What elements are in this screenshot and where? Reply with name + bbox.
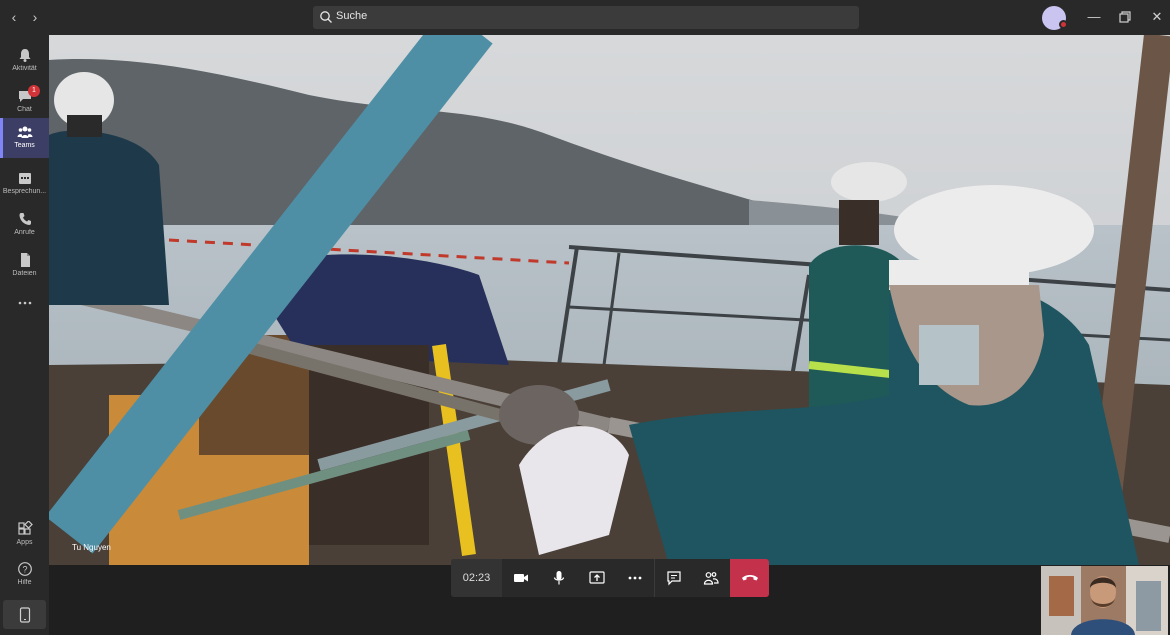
mobile-device-icon <box>19 607 31 623</box>
sidebar-item-calls[interactable]: Anrufe <box>0 205 49 245</box>
sidebar-item-label: Hilfe <box>17 579 32 586</box>
device-button[interactable] <box>3 600 46 629</box>
sidebar-item-teams[interactable]: Teams <box>0 118 49 158</box>
sidebar-item-help[interactable]: ? Hilfe <box>0 555 49 595</box>
phone-icon <box>19 213 31 225</box>
camera-button[interactable] <box>502 559 540 597</box>
search-input[interactable]: Suche <box>313 6 859 29</box>
share-screen-button[interactable] <box>578 559 616 597</box>
participant-name-label: Tu Nguyen <box>72 543 111 552</box>
title-bar: ‹ › Suche — ✕ <box>0 0 1170 35</box>
file-icon <box>20 253 30 267</box>
apps-icon <box>17 521 33 535</box>
teams-icon <box>17 126 32 138</box>
microphone-button[interactable] <box>540 559 578 597</box>
sidebar-item-label: Anrufe <box>14 229 35 236</box>
sidebar-item-label: Teams <box>14 142 35 149</box>
participant-video-feed <box>49 35 1170 565</box>
close-icon[interactable]: ✕ <box>1149 9 1165 25</box>
sidebar-item-label: Aktivität <box>12 65 37 72</box>
call-duration: 02:23 <box>451 559 502 597</box>
camera-icon <box>514 574 528 582</box>
chevron-left-icon[interactable]: ‹ <box>6 9 22 25</box>
video-frame <box>49 35 1170 565</box>
participants-icon <box>703 572 719 585</box>
more-icon <box>18 301 31 305</box>
search-placeholder: Suche <box>336 10 368 22</box>
participants-button[interactable] <box>692 559 730 597</box>
sidebar-item-apps[interactable]: Apps <box>0 515 49 555</box>
sidebar-item-activity[interactable]: Aktivität <box>0 41 49 81</box>
share-screen-icon <box>589 571 605 584</box>
calendar-icon <box>18 173 31 184</box>
unread-count-badge: 1 <box>28 85 40 97</box>
call-controls-bar: 02:23 <box>451 559 769 597</box>
self-video-frame <box>1041 566 1168 635</box>
restore-icon[interactable] <box>1117 9 1133 25</box>
minimize-icon[interactable]: — <box>1086 9 1102 25</box>
sidebar-item-more[interactable] <box>0 287 49 327</box>
search-icon <box>320 11 332 23</box>
hang-up-icon <box>742 575 758 581</box>
sidebar-item-chat[interactable]: 1 Chat <box>0 82 49 122</box>
more-actions-button[interactable] <box>616 559 654 597</box>
sidebar-item-label: Chat <box>17 106 32 113</box>
chevron-right-icon[interactable]: › <box>27 9 43 25</box>
bell-icon <box>19 49 30 62</box>
sidebar-item-meetings[interactable]: Besprechun... <box>0 164 49 204</box>
app-sidebar: Aktivität 1 Chat Teams Besprechun... Anr… <box>0 35 49 635</box>
hang-up-button[interactable] <box>730 559 769 597</box>
microphone-icon <box>553 571 565 585</box>
chat-button[interactable] <box>654 559 692 597</box>
svg-text:?: ? <box>22 565 27 575</box>
self-video-preview[interactable] <box>1041 566 1168 635</box>
sidebar-item-label: Besprechun... <box>2 188 47 195</box>
chat-icon <box>667 571 681 586</box>
sidebar-item-label: Apps <box>16 539 33 546</box>
sidebar-item-files[interactable]: Dateien <box>0 246 49 286</box>
presence-status-badge <box>1059 20 1068 29</box>
more-icon <box>628 576 642 580</box>
help-icon: ? <box>17 562 32 576</box>
sidebar-item-label: Dateien <box>12 270 37 277</box>
